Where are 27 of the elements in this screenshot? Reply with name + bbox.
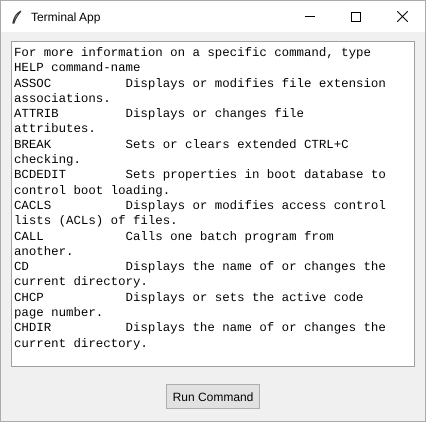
minimize-icon xyxy=(305,16,315,17)
output-line: ATTRIB Displays or changes file xyxy=(14,107,305,122)
output-text-area[interactable] xyxy=(11,41,415,367)
output-line: page number. xyxy=(14,306,104,322)
output-line: control boot loading. xyxy=(14,184,172,199)
output-line: ASSOC Displays or modifies file extension xyxy=(14,76,387,92)
output-line: BREAK Sets or clears extended CTRL+C xyxy=(14,138,350,154)
output-line: CACLS Displays or modifies access control xyxy=(14,198,387,214)
output-line: For more information on a specific command, type xyxy=(14,46,372,62)
output-line: CALL Calls one batch program from xyxy=(14,230,335,245)
run-command-button[interactable]: Run Command xyxy=(166,384,260,409)
close-icon xyxy=(396,11,408,22)
output-line: current directory. xyxy=(14,275,149,291)
output-line: current directory. xyxy=(14,336,149,352)
output-line: CHDIR Displays the name of or changes the xyxy=(14,321,387,337)
output-line: HELP command-name xyxy=(14,61,142,77)
output-line: another. xyxy=(14,244,74,260)
window-title: Terminal App xyxy=(31,8,100,26)
output-line: attributes. xyxy=(14,122,97,138)
output-line: CHCP Displays or sets the active code xyxy=(14,290,364,306)
maximize-icon xyxy=(351,12,361,22)
output-line: CD Displays the name of or changes the xyxy=(14,260,387,276)
output-line: BCDEDIT Sets properties in boot database to xyxy=(14,168,387,184)
output-line: associations. xyxy=(14,92,112,108)
output-line: checking. xyxy=(14,153,82,168)
feather-icon xyxy=(11,10,23,24)
output-line: lists (ACLs) of files. xyxy=(14,214,179,230)
